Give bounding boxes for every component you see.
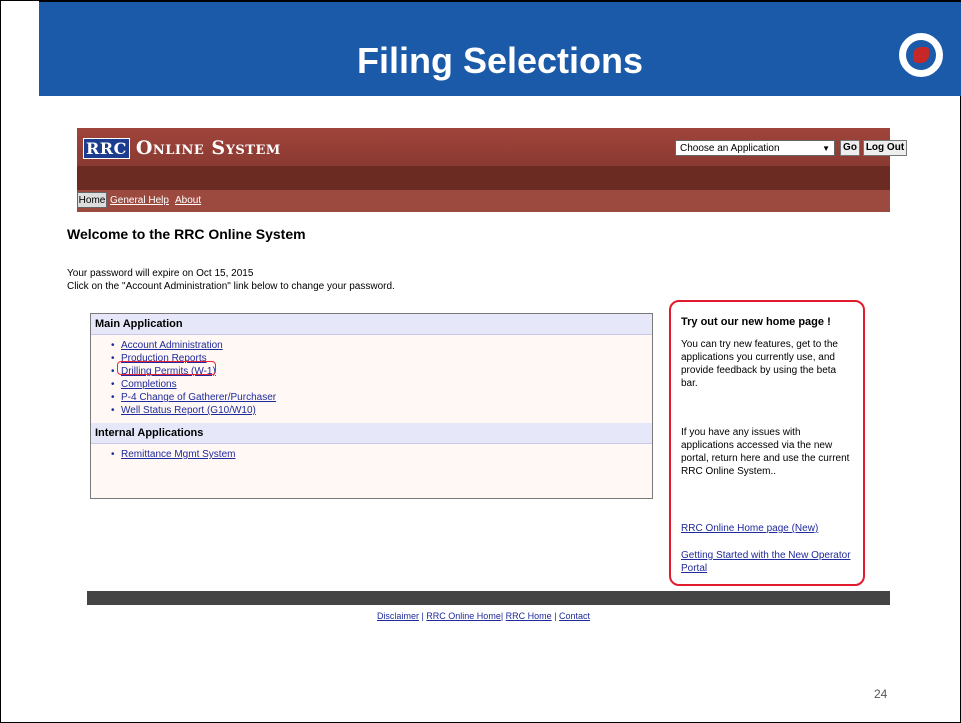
- slide: Filing Selections RRC Online System Choo…: [0, 0, 961, 723]
- footer-rrc-home[interactable]: RRC Home: [506, 611, 552, 621]
- link-rrc-online-home-new[interactable]: RRC Online Home page (New): [681, 522, 853, 535]
- footer-links: Disclaimer | RRC Online Home| RRC Home |…: [77, 611, 890, 621]
- logo: RRC Online System: [83, 137, 281, 159]
- callout-text-2: If you have any issues with applications…: [681, 427, 850, 477]
- internal-applications-heading: Internal Applications: [91, 423, 652, 444]
- footer-disclaimer[interactable]: Disclaimer: [377, 611, 419, 621]
- applications-panel: Main Application Account Administration …: [90, 313, 653, 499]
- link-well-status-report[interactable]: Well Status Report (G10/W10): [111, 404, 652, 417]
- link-remittance-mgmt[interactable]: Remittance Mgmt System: [111, 448, 652, 461]
- logo-badge: RRC: [83, 137, 130, 159]
- page-number: 24: [874, 687, 888, 701]
- go-button[interactable]: Go: [840, 140, 860, 156]
- nav-home[interactable]: Home: [77, 192, 107, 208]
- footer-sep: |: [551, 611, 560, 621]
- link-getting-started[interactable]: Getting Started with the New Operator Po…: [681, 549, 853, 575]
- seal-icon: [896, 30, 946, 80]
- application-select-value: Choose an Application: [680, 143, 780, 154]
- link-account-administration[interactable]: Account Administration: [111, 339, 652, 352]
- screenshot: RRC Online System Choose an Application …: [67, 128, 907, 621]
- internal-application-list: Remittance Mgmt System: [91, 444, 652, 467]
- password-change-text: Click on the "Account Administration" li…: [67, 281, 395, 292]
- new-home-page-callout: Try out our new home page ! You can try …: [669, 300, 865, 586]
- application-select[interactable]: Choose an Application ▼: [675, 140, 835, 156]
- link-completions[interactable]: Completions: [111, 378, 652, 391]
- password-expiry-text: Your password will expire on Oct 15, 201…: [67, 268, 254, 279]
- callout-title: Try out our new home page !: [681, 316, 831, 328]
- header-band: [77, 166, 890, 190]
- app-header: RRC Online System Choose an Application …: [77, 128, 907, 166]
- nav-bar: Home General Help About: [77, 190, 890, 212]
- main-application-list: Account Administration Production Report…: [91, 335, 652, 423]
- chevron-down-icon: ▼: [822, 144, 830, 153]
- footer-contact[interactable]: Contact: [559, 611, 590, 621]
- nav-general-help[interactable]: General Help: [110, 195, 169, 206]
- footer-bar: [87, 591, 890, 605]
- footer-rrc-online-home[interactable]: RRC Online Home: [426, 611, 501, 621]
- link-p4-change[interactable]: P-4 Change of Gatherer/Purchaser: [111, 391, 652, 404]
- password-notice: Your password will expire on Oct 15, 201…: [67, 267, 395, 293]
- main-application-heading: Main Application: [91, 314, 652, 335]
- slide-title: Filing Selections: [356, 40, 644, 81]
- logo-title: Online System: [135, 137, 281, 159]
- logout-button[interactable]: Log Out: [863, 140, 907, 156]
- callout-text-1: You can try new features, get to the app…: [681, 339, 838, 389]
- production-reports-highlight: [117, 361, 216, 375]
- title-bar: Filing Selections: [39, 1, 961, 96]
- nav-about[interactable]: About: [175, 195, 201, 206]
- welcome-heading: Welcome to the RRC Online System: [67, 226, 306, 242]
